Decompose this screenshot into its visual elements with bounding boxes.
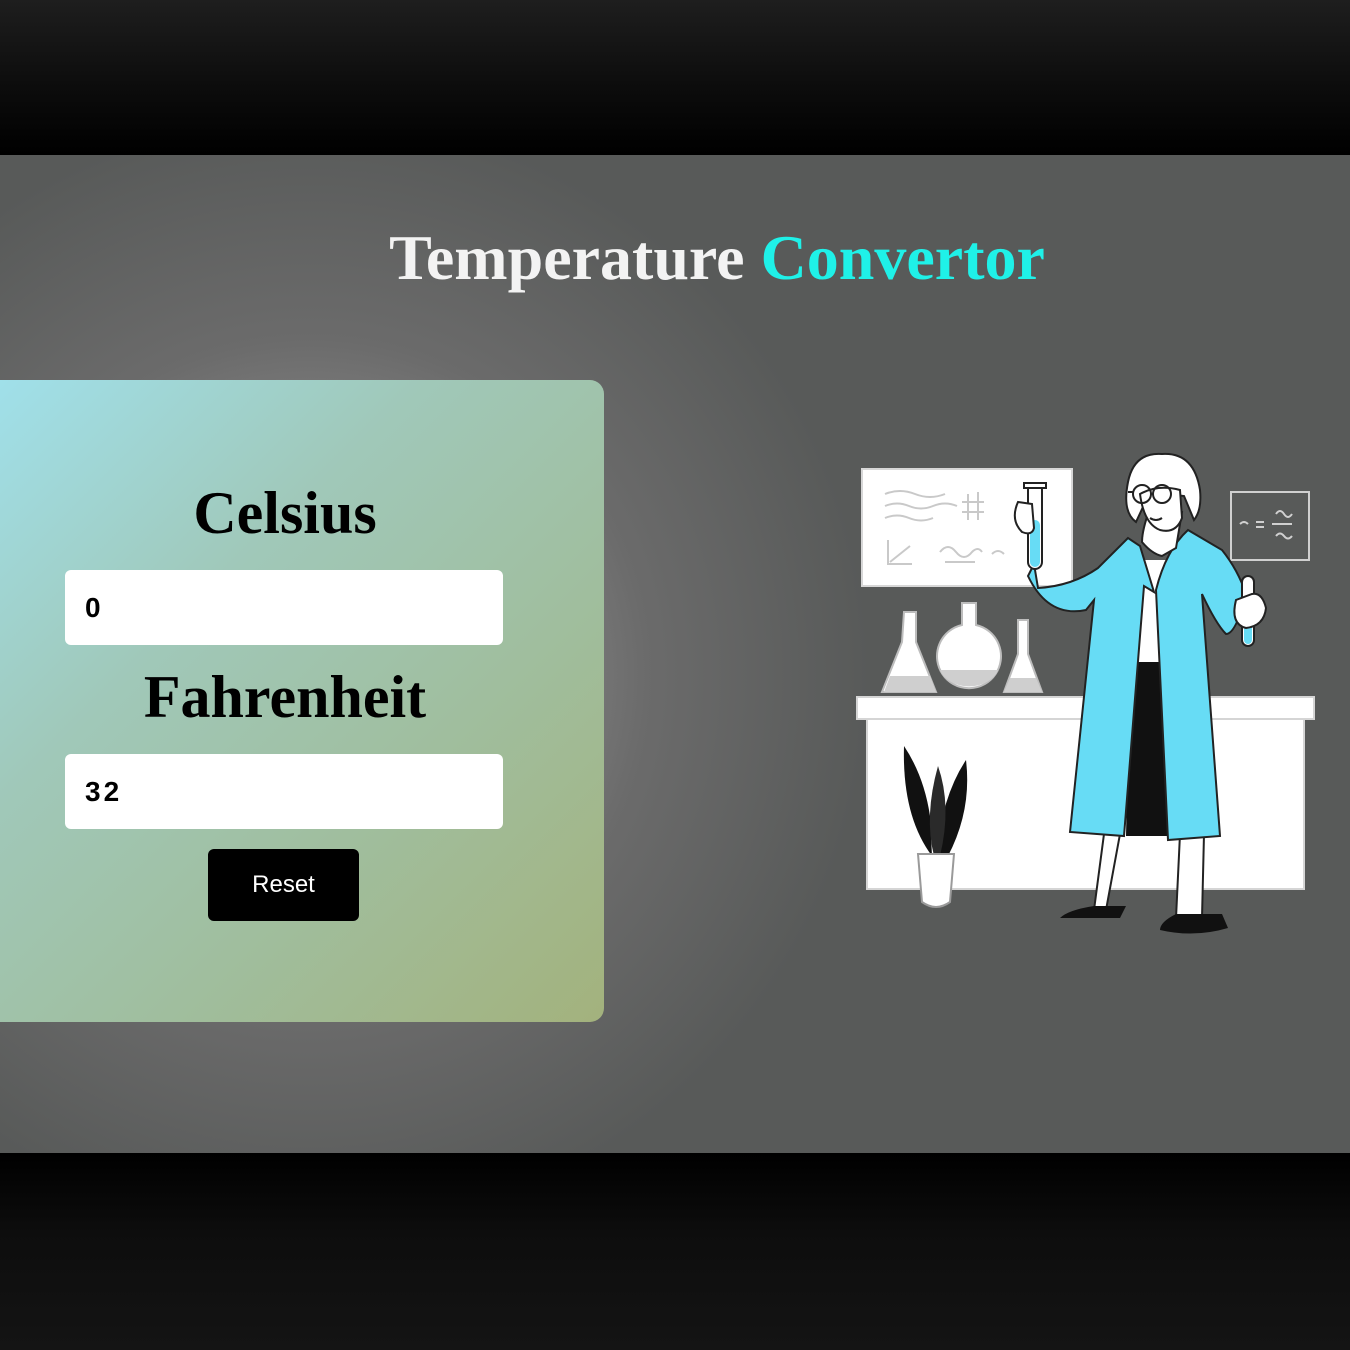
celsius-input[interactable] — [65, 570, 503, 645]
top-frame — [0, 0, 1350, 155]
scientist-illustration — [856, 452, 1315, 934]
page-background: Temperature Convertor Celsius Fahrenheit… — [0, 155, 1350, 1153]
formula-board-icon — [1230, 491, 1310, 561]
fahrenheit-input[interactable] — [65, 754, 503, 829]
converter-card: Celsius Fahrenheit Reset — [0, 380, 604, 1022]
fahrenheit-label: Fahrenheit — [143, 664, 427, 730]
title-accent: Convertor — [760, 222, 1045, 293]
celsius-label: Celsius — [193, 480, 377, 546]
flask-icon — [880, 602, 1044, 693]
title-main: Temperature — [389, 222, 745, 293]
page-title: Temperature Convertor — [0, 221, 1350, 295]
bottom-frame — [0, 1153, 1350, 1350]
reset-button[interactable]: Reset — [208, 849, 359, 921]
